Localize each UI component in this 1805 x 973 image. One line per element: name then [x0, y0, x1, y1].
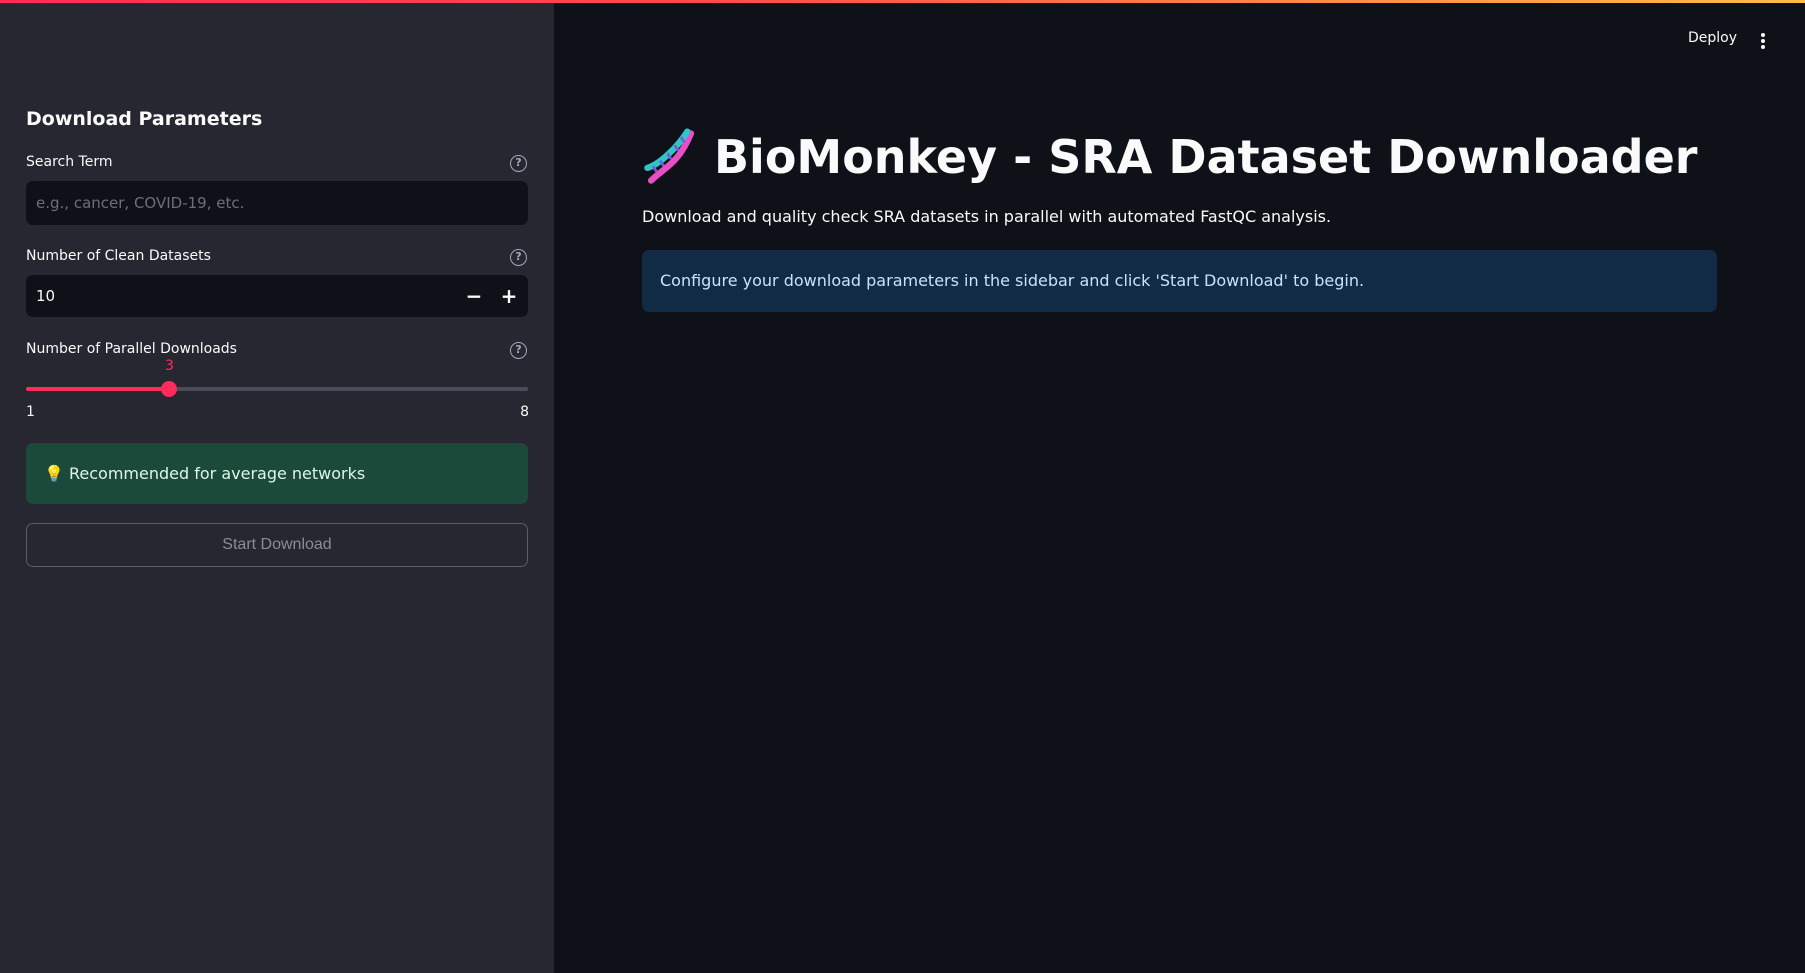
- clean-datasets-help-icon[interactable]: ?: [510, 249, 527, 266]
- clean-datasets-number-input[interactable]: 10 − +: [26, 275, 528, 317]
- slider-thumb[interactable]: [161, 381, 178, 397]
- parallel-downloads-slider[interactable]: [26, 381, 528, 397]
- deploy-button[interactable]: Deploy: [1688, 30, 1737, 46]
- parallel-downloads-label: Number of Parallel Downloads: [26, 341, 237, 357]
- page-title: BioMonkey - SRA Dataset Downloader: [642, 128, 1697, 186]
- top-accent-line: [0, 0, 1805, 3]
- sidebar: Download Parameters Search Term ? Number…: [0, 0, 554, 973]
- search-term-input[interactable]: [26, 181, 528, 225]
- search-term-help-icon[interactable]: ?: [510, 155, 527, 172]
- recommendation-alert: 💡 Recommended for average networks: [26, 443, 528, 504]
- start-download-button[interactable]: Start Download: [26, 523, 528, 567]
- slider-fill: [26, 387, 170, 391]
- page-title-text: BioMonkey - SRA Dataset Downloader: [714, 130, 1698, 184]
- sidebar-title: Download Parameters: [26, 108, 263, 130]
- vertical-ellipsis-icon[interactable]: [1758, 30, 1768, 50]
- page-subtitle: Download and quality check SRA datasets …: [642, 207, 1332, 226]
- dna-icon: [644, 128, 695, 184]
- decrement-button[interactable]: −: [457, 275, 491, 317]
- parallel-downloads-slider-value: 3: [164, 358, 174, 374]
- increment-button[interactable]: +: [492, 275, 526, 317]
- search-term-label: Search Term: [26, 154, 113, 170]
- clean-datasets-label: Number of Clean Datasets: [26, 248, 211, 264]
- slider-min-label: 1: [26, 404, 35, 420]
- parallel-downloads-help-icon[interactable]: ?: [510, 342, 527, 359]
- slider-max-label: 8: [520, 404, 529, 420]
- clean-datasets-value[interactable]: 10: [36, 275, 55, 317]
- info-alert: Configure your download parameters in th…: [642, 250, 1717, 312]
